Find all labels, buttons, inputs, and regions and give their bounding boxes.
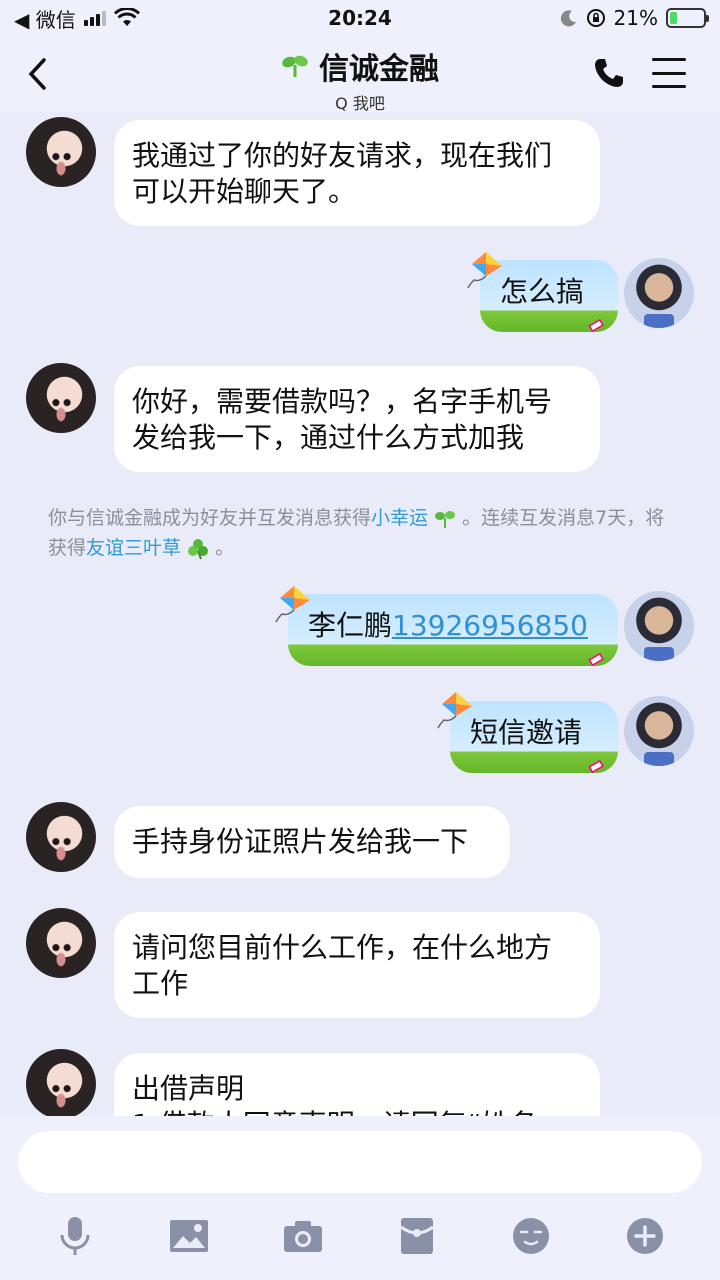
plus-icon: [627, 1218, 663, 1254]
menu-icon-line: [652, 58, 686, 61]
battery-level: [670, 12, 677, 24]
composer-toolbar: [0, 1212, 720, 1260]
image-icon: [170, 1220, 208, 1252]
back-to-app-link[interactable]: ◀ 微信: [14, 4, 76, 33]
menu-icon-line: [652, 71, 686, 75]
signal-icon: [83, 10, 106, 26]
more-button[interactable]: [621, 1212, 669, 1260]
kite-icon: [467, 252, 502, 289]
kite-tail-icon: [588, 318, 604, 333]
chat-subtitle: Q 我吧: [335, 94, 385, 113]
red-packet-button[interactable]: [393, 1212, 441, 1260]
message-input[interactable]: [18, 1131, 702, 1193]
message-list[interactable]: 我通过了你的好友请求，现在我们 可以开始聊天了。 怎么搞 你好，需要借款吗？，名…: [0, 112, 720, 1116]
incoming-message[interactable]: 我通过了你的好友请求，现在我们 可以开始聊天了。: [114, 120, 600, 226]
contact-avatar[interactable]: [26, 908, 96, 978]
status-bar: ◀ 微信 20:24 21%: [0, 0, 720, 36]
photo-button[interactable]: [165, 1212, 213, 1260]
kite-icon: [275, 586, 310, 623]
microphone-icon: [60, 1217, 90, 1255]
sprout-icon: [282, 55, 308, 77]
lucky-link[interactable]: 小幸运: [371, 507, 428, 529]
phone-icon: [595, 59, 623, 87]
message-text: 短信邀请: [470, 716, 583, 749]
chat-title: 信诚金融: [281, 44, 439, 88]
camera-button[interactable]: [279, 1212, 327, 1260]
phone-number-link[interactable]: 13926956850: [392, 609, 588, 642]
message-text: 怎么搞: [500, 275, 585, 308]
red-packet-icon: [400, 1218, 434, 1254]
orientation-lock-icon: [586, 9, 605, 27]
contact-avatar[interactable]: [26, 363, 96, 433]
system-notice-text: 你与信诚金融成为好友并互发消息获得: [48, 507, 372, 529]
menu-button[interactable]: [652, 58, 686, 88]
system-notice-text: 。: [215, 537, 235, 559]
chat-header: 信诚金融 Q 我吧: [0, 36, 720, 113]
emoji-button[interactable]: [507, 1212, 555, 1260]
contact-avatar[interactable]: [26, 117, 96, 187]
incoming-message[interactable]: 出借声明 1.借款人同意声明，请回复“姓名: [114, 1053, 600, 1116]
call-button[interactable]: [592, 56, 628, 92]
chat-title-text: 信诚金融: [319, 52, 439, 87]
my-avatar[interactable]: [624, 591, 694, 661]
composer: [0, 1116, 720, 1280]
incoming-message[interactable]: 你好，需要借款吗？，名字手机号 发给我一下，通过什么方式加我: [114, 366, 600, 472]
clover-link[interactable]: 友谊三叶草: [86, 537, 181, 559]
contact-avatar[interactable]: [26, 1049, 96, 1116]
wifi-icon: [113, 8, 140, 26]
outgoing-message[interactable]: 李仁鹏13926956850: [288, 594, 618, 666]
camera-icon: [284, 1221, 322, 1252]
system-notice: 你与信诚金融成为好友并互发消息获得小幸运 。连续互发消息7天，将获得友谊三叶草 …: [48, 503, 678, 563]
menu-icon-line: [652, 85, 686, 88]
message-name: 李仁鹏: [308, 609, 393, 642]
incoming-message[interactable]: 请问您目前什么工作，在什么地方 工作: [114, 912, 600, 1018]
kite-tail-icon: [588, 652, 604, 667]
kite-tail-icon: [588, 759, 604, 774]
battery-icon: [666, 8, 709, 28]
contact-avatar[interactable]: [26, 802, 96, 872]
my-avatar[interactable]: [624, 258, 694, 328]
clover-icon: [188, 538, 209, 559]
moon-icon: [560, 10, 576, 27]
incoming-message[interactable]: 手持身份证照片发给我一下: [114, 806, 510, 878]
voice-button[interactable]: [51, 1212, 99, 1260]
sprout-icon: [435, 510, 456, 528]
emoji-icon: [513, 1218, 549, 1254]
battery-percent: 21%: [613, 6, 658, 30]
my-avatar[interactable]: [624, 696, 694, 766]
kite-icon: [437, 692, 472, 729]
